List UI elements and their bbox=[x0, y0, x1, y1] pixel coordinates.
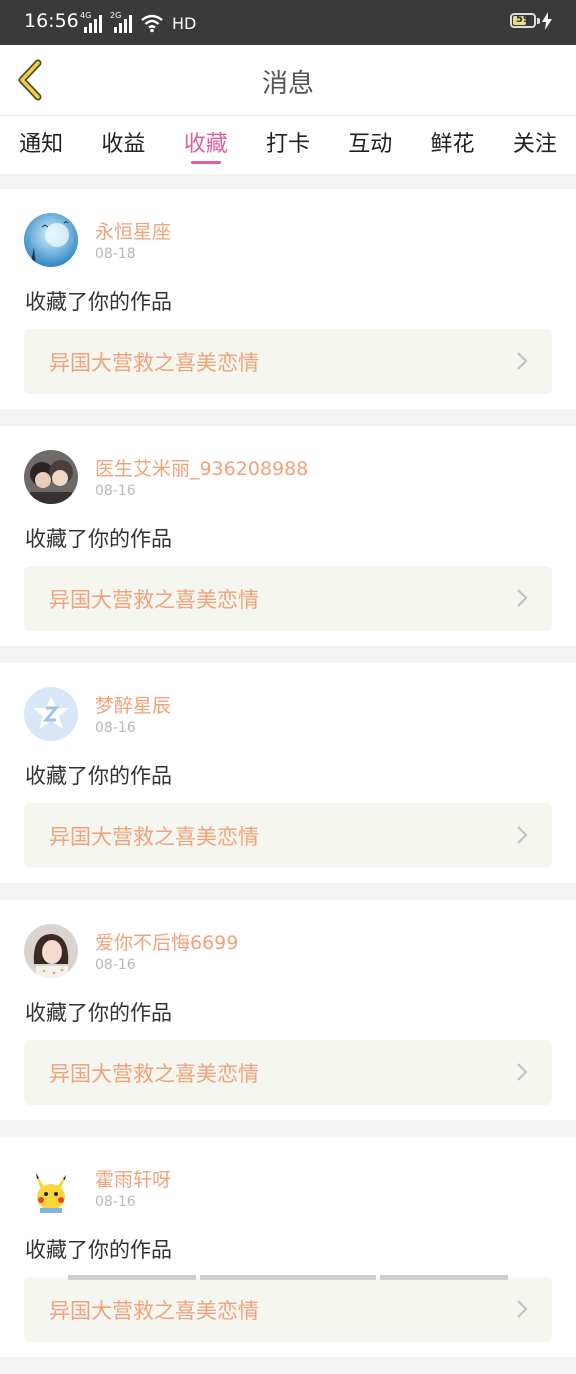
charging-icon bbox=[542, 12, 552, 30]
work-link[interactable]: 异国大营救之喜美恋情 bbox=[24, 329, 552, 394]
username[interactable]: 梦醉星辰 bbox=[95, 691, 171, 718]
message-card: 永恒星座 08-18 收藏了你的作品 异国大营救之喜美恋情 bbox=[0, 189, 576, 409]
tab-bar: 通知 收益 收藏 打卡 互动 鲜花 关注 bbox=[0, 116, 576, 174]
tab-interactions[interactable]: 互动 bbox=[329, 116, 411, 174]
hd-label: HD bbox=[172, 13, 197, 33]
message-date: 08-16 bbox=[95, 1194, 136, 1210]
tab-notifications[interactable]: 通知 bbox=[0, 116, 82, 174]
work-link[interactable]: 异国大营救之喜美恋情 bbox=[24, 1277, 552, 1342]
message-card: 医生艾米丽_936208988 08-16 收藏了你的作品 异国大营救之喜美恋情 bbox=[0, 426, 576, 646]
username[interactable]: 霍雨轩呀 bbox=[95, 1165, 171, 1192]
work-link[interactable]: 异国大营救之喜美恋情 bbox=[24, 803, 552, 868]
avatar[interactable] bbox=[24, 213, 78, 267]
status-bar: 16:56 4G 2G HD 59 bbox=[0, 0, 576, 45]
work-title: 异国大营救之喜美恋情 bbox=[49, 1062, 259, 1086]
chevron-right-icon bbox=[517, 1063, 528, 1081]
work-link[interactable]: 异国大营救之喜美恋情 bbox=[24, 566, 552, 631]
tab-label: 打卡 bbox=[265, 132, 310, 157]
tab-following[interactable]: 关注 bbox=[494, 116, 576, 174]
tab-label: 互动 bbox=[348, 132, 393, 157]
tab-label: 鲜花 bbox=[430, 132, 475, 157]
tab-label: 关注 bbox=[512, 132, 557, 157]
tab-label: 收益 bbox=[101, 132, 146, 157]
message-card: 梦醉星辰 08-16 收藏了你的作品 异国大营救之喜美恋情 bbox=[0, 663, 576, 883]
avatar[interactable] bbox=[24, 1161, 78, 1215]
message-card: 爱你不后悔6699 08-16 收藏了你的作品 异国大营救之喜美恋情 bbox=[0, 900, 576, 1120]
message-date: 08-16 bbox=[95, 483, 136, 499]
message-action: 收藏了你的作品 bbox=[25, 527, 172, 551]
avatar[interactable] bbox=[24, 450, 78, 504]
work-link[interactable]: 异国大营救之喜美恋情 bbox=[24, 1040, 552, 1105]
tab-checkin[interactable]: 打卡 bbox=[247, 116, 329, 174]
work-title: 异国大营救之喜美恋情 bbox=[49, 1299, 259, 1323]
battery-icon: 59 bbox=[510, 13, 540, 28]
message-action: 收藏了你的作品 bbox=[25, 1238, 172, 1262]
message-date: 08-18 bbox=[95, 246, 136, 262]
message-date: 08-16 bbox=[95, 957, 136, 973]
work-title: 异国大营救之喜美恋情 bbox=[49, 825, 259, 849]
avatar[interactable] bbox=[24, 924, 78, 978]
active-tab-indicator bbox=[190, 161, 221, 164]
tab-favorites[interactable]: 收藏 bbox=[165, 116, 247, 174]
tab-earnings[interactable]: 收益 bbox=[82, 116, 164, 174]
tab-flowers[interactable]: 鲜花 bbox=[411, 116, 493, 174]
battery-level: 59 bbox=[516, 14, 530, 25]
chevron-right-icon bbox=[517, 589, 528, 607]
chevron-right-icon bbox=[517, 352, 528, 370]
tab-label: 收藏 bbox=[183, 132, 228, 157]
page-title: 消息 bbox=[261, 69, 314, 99]
signal-icon: 4G bbox=[80, 11, 104, 33]
chevron-right-icon bbox=[517, 826, 528, 844]
work-title: 异国大营救之喜美恋情 bbox=[49, 588, 259, 612]
message-action: 收藏了你的作品 bbox=[25, 1001, 172, 1025]
message-action: 收藏了你的作品 bbox=[25, 290, 172, 314]
chevron-right-icon bbox=[517, 1300, 528, 1318]
avatar[interactable] bbox=[24, 687, 78, 741]
signal-icon: 2G bbox=[110, 11, 134, 33]
username[interactable]: 医生艾米丽_936208988 bbox=[95, 454, 308, 481]
username[interactable]: 永恒星座 bbox=[95, 217, 171, 244]
message-card: 霍雨轩呀 08-16 收藏了你的作品 异国大营救之喜美恋情 bbox=[0, 1137, 576, 1357]
wifi-icon bbox=[141, 14, 163, 33]
tab-label: 通知 bbox=[19, 132, 64, 157]
header-bar: 消息 bbox=[0, 45, 576, 116]
message-list: 永恒星座 08-18 收藏了你的作品 异国大营救之喜美恋情 医生艾米丽_9362… bbox=[0, 189, 576, 1374]
message-date: 08-16 bbox=[95, 720, 136, 736]
work-title: 异国大营救之喜美恋情 bbox=[49, 351, 259, 375]
message-action: 收藏了你的作品 bbox=[25, 764, 172, 788]
status-time: 16:56 bbox=[24, 10, 79, 32]
bottom-divider bbox=[0, 1275, 576, 1280]
username[interactable]: 爱你不后悔6699 bbox=[95, 928, 238, 955]
status-icons: 4G 2G HD bbox=[80, 11, 197, 34]
